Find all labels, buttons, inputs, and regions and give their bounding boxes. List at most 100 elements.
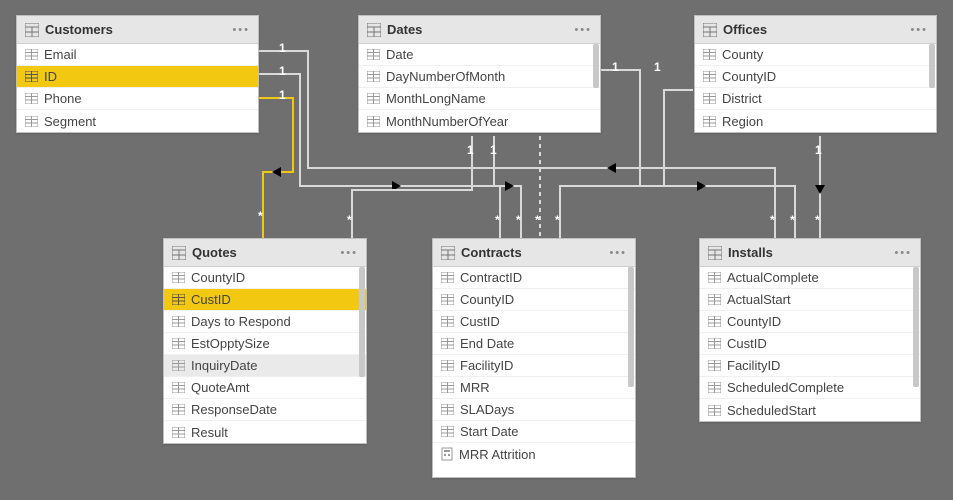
more-icon[interactable]: ••• [607,247,629,259]
field-row[interactable]: ScheduledStart [700,399,920,421]
column-icon [441,294,454,305]
table-header[interactable]: Installs ••• [700,239,920,267]
column-icon [708,360,721,371]
field-row[interactable]: ActualComplete [700,267,920,289]
field-row[interactable]: CountyID [700,311,920,333]
cardinality-one: 1 [654,60,661,74]
table-title: Quotes [192,245,338,260]
column-icon [367,116,380,127]
cardinality-one: 1 [279,64,286,78]
field-row[interactable]: ScheduledComplete [700,377,920,399]
scrollbar[interactable] [929,44,935,88]
more-icon[interactable]: ••• [230,24,252,36]
table-offices[interactable]: Offices ••• County CountyID District Reg… [694,15,937,133]
field-row[interactable]: District [695,88,936,110]
field-row[interactable]: Segment [17,110,258,132]
field-row[interactable]: Phone [17,88,258,110]
table-header[interactable]: Quotes ••• [164,239,366,267]
more-icon[interactable]: ••• [892,247,914,259]
column-icon [172,404,185,415]
scrollbar[interactable] [359,267,365,377]
field-row[interactable]: InquiryDate [164,355,366,377]
cardinality-many: * [516,213,521,227]
table-header[interactable]: Contracts ••• [433,239,635,267]
fields-list: ContractID CountyID CustID End Date Faci… [433,267,635,477]
column-icon [25,93,38,104]
cardinality-one: 1 [279,41,286,55]
field-row[interactable]: Result [164,421,366,443]
more-icon[interactable]: ••• [338,247,360,259]
table-icon [703,23,717,37]
table-icon [367,23,381,37]
column-icon [708,316,721,327]
field-row[interactable]: CountyID [433,289,635,311]
field-row[interactable]: DayNumberOfMonth [359,66,600,88]
table-title: Offices [723,22,908,37]
field-row[interactable]: CountyID [164,267,366,289]
field-row[interactable]: Region [695,110,936,132]
column-icon [441,360,454,371]
field-row[interactable]: ContractID [433,267,635,289]
table-header[interactable]: Offices ••• [695,16,936,44]
cardinality-many: * [555,213,560,227]
field-row[interactable]: End Date [433,333,635,355]
field-row[interactable]: CountyID [695,66,936,88]
field-row[interactable]: ResponseDate [164,399,366,421]
column-icon [703,49,716,60]
table-icon [25,23,39,37]
field-row[interactable]: ID [17,66,258,88]
field-row[interactable]: MonthLongName [359,88,600,110]
scrollbar[interactable] [593,44,599,88]
fields-list: Date DayNumberOfMonth MonthLongName Mont… [359,44,600,132]
cardinality-many: * [770,213,775,227]
table-header[interactable]: Customers ••• [17,16,258,44]
fields-list: ActualComplete ActualStart CountyID Cust… [700,267,920,421]
cardinality-many: * [790,213,795,227]
table-installs[interactable]: Installs ••• ActualComplete ActualStart … [699,238,921,422]
column-icon [172,427,185,438]
field-row[interactable]: MRR Attrition [433,443,635,465]
field-row[interactable]: Email [17,44,258,66]
fields-list: Email ID Phone Segment [17,44,258,132]
table-header[interactable]: Dates ••• [359,16,600,44]
more-icon[interactable]: ••• [572,24,594,36]
field-row[interactable]: CustID [164,289,366,311]
column-icon [441,426,454,437]
column-icon [172,272,185,283]
cardinality-one: 1 [490,143,497,157]
column-icon [25,116,38,127]
table-contracts[interactable]: Contracts ••• ContractID CountyID CustID… [432,238,636,478]
cardinality-one: 1 [467,143,474,157]
field-row[interactable]: Date [359,44,600,66]
cardinality-many: * [347,213,352,227]
scrollbar[interactable] [628,267,634,387]
table-dates[interactable]: Dates ••• Date DayNumberOfMonth MonthLon… [358,15,601,133]
fields-list: County CountyID District Region [695,44,936,132]
field-row[interactable]: SLADays [433,399,635,421]
field-row[interactable]: QuoteAmt [164,377,366,399]
column-icon [708,338,721,349]
column-icon [172,360,185,371]
table-icon [172,246,186,260]
field-row[interactable]: Start Date [433,421,635,443]
column-icon [441,338,454,349]
table-quotes[interactable]: Quotes ••• CountyID CustID Days to Respo… [163,238,367,444]
field-row[interactable]: CustID [700,333,920,355]
field-row[interactable]: MRR [433,377,635,399]
table-customers[interactable]: Customers ••• Email ID Phone Segment [16,15,259,133]
field-row[interactable]: FacilityID [433,355,635,377]
field-row[interactable]: Days to Respond [164,311,366,333]
more-icon[interactable]: ••• [908,24,930,36]
column-icon [367,49,380,60]
table-title: Contracts [461,245,607,260]
measure-icon [441,447,453,461]
field-row[interactable]: MonthNumberOfYear [359,110,600,132]
field-row[interactable]: CustID [433,311,635,333]
column-icon [441,404,454,415]
field-row[interactable]: County [695,44,936,66]
field-row[interactable]: ActualStart [700,289,920,311]
column-icon [441,316,454,327]
field-row[interactable]: EstOpptySize [164,333,366,355]
field-row[interactable]: FacilityID [700,355,920,377]
scrollbar[interactable] [913,267,919,387]
